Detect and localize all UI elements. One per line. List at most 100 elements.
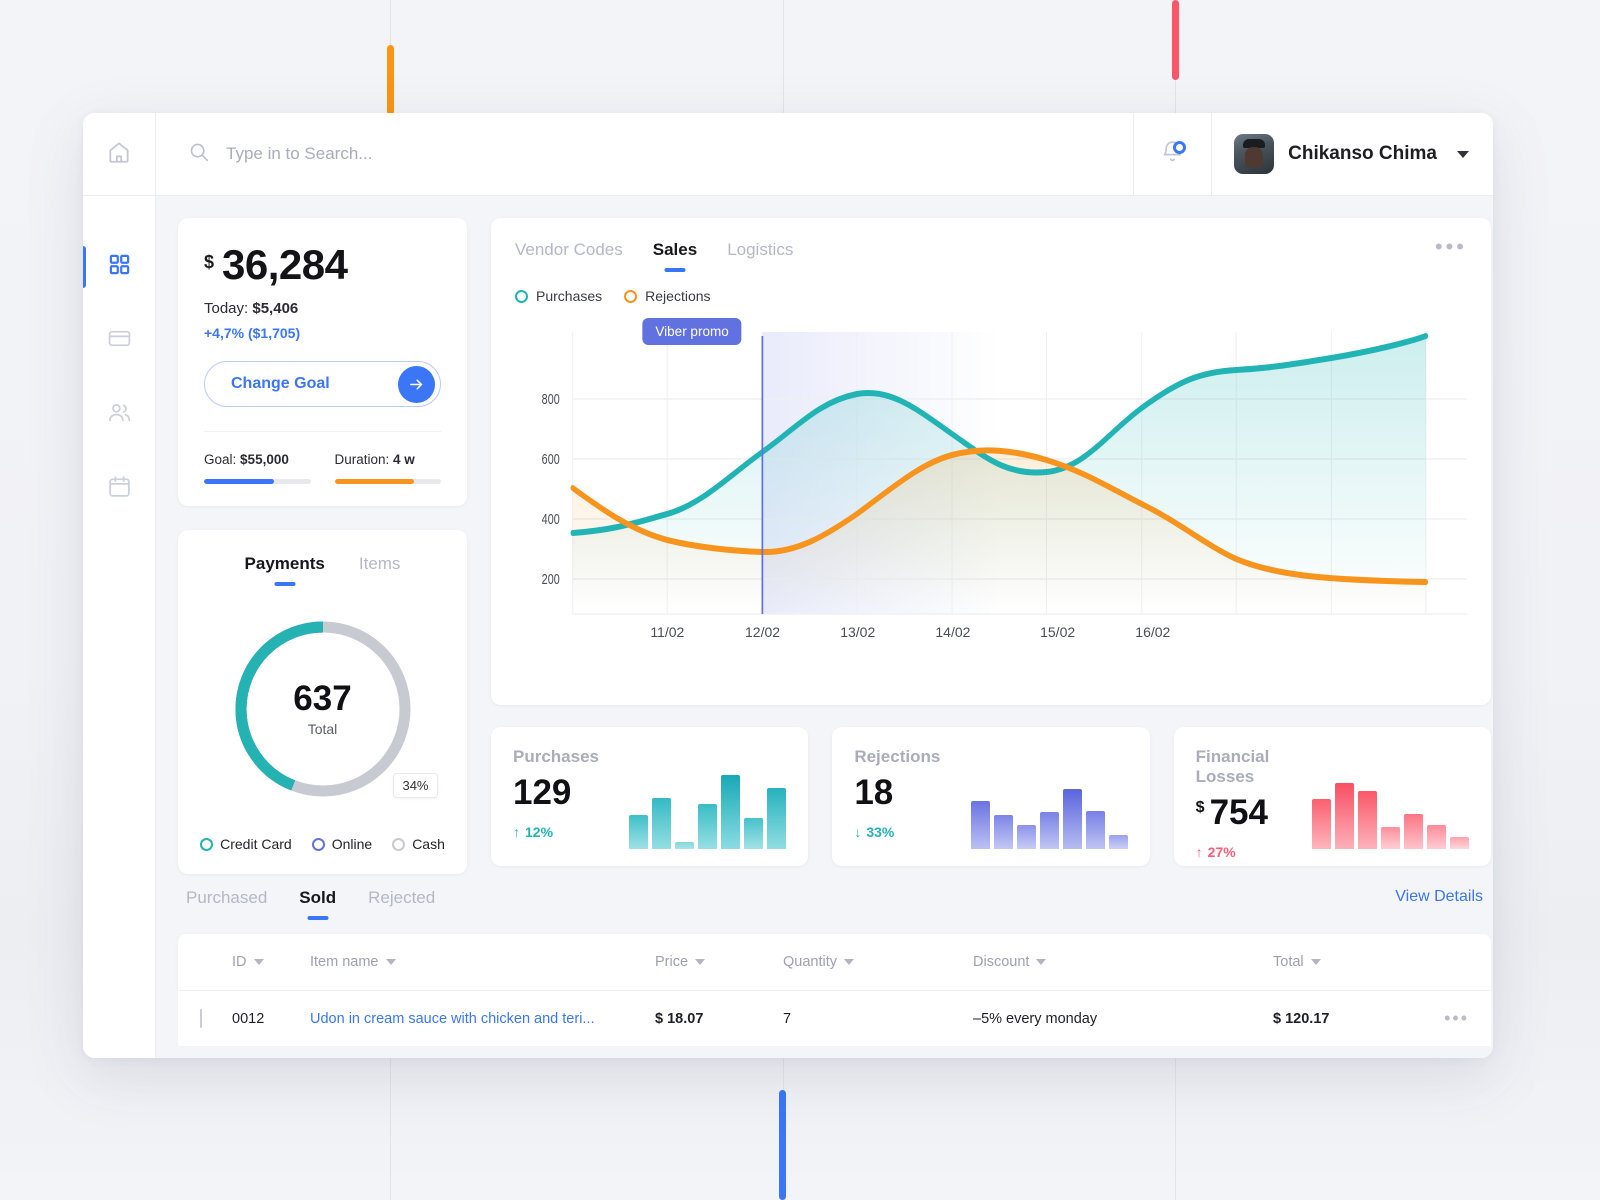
stat-trend: ↓ 33% (854, 824, 940, 840)
main-content: $ 36,284 Today: $5,406 +4,7% ($1,705) Ch… (156, 196, 1493, 1058)
search-icon (188, 141, 210, 168)
sort-caret-icon[interactable] (253, 959, 264, 965)
change-goal-label: Change Goal (231, 375, 330, 392)
sparkline-bars (970, 769, 1128, 849)
cell-item-name[interactable]: Udon in cream sauce with chicken and ter… (310, 1011, 655, 1027)
x-tick-label: 13/02 (840, 624, 876, 640)
column-header-price[interactable]: Price (655, 954, 783, 970)
legend-marker-icon (311, 837, 325, 851)
row-more-icon[interactable]: ••• (1444, 1009, 1469, 1027)
search-bar[interactable] (156, 113, 1135, 195)
x-tick-label: 16/02 (1135, 624, 1171, 640)
user-menu[interactable]: Chikanso Chima (1212, 113, 1493, 195)
revenue-amount: 36,284 (222, 241, 348, 288)
trend-arrow-icon: ↓ (854, 824, 862, 840)
column-label: Quantity (783, 954, 837, 970)
chart-legend-purchases[interactable]: Purchases (515, 288, 602, 304)
tab-logistics[interactable]: Logistics (727, 240, 793, 272)
payments-legend: Credit Card Online Cash (198, 836, 447, 852)
search-input[interactable] (226, 144, 1077, 164)
duration-label: Duration: (334, 452, 390, 467)
svg-text:400: 400 (542, 510, 560, 527)
sort-caret-icon[interactable] (1036, 959, 1047, 965)
tab-payments[interactable]: Payments (245, 554, 325, 586)
legend-online[interactable]: Online (311, 836, 372, 852)
chevron-down-icon[interactable] (1457, 150, 1469, 158)
view-details-link[interactable]: View Details (1395, 888, 1483, 918)
x-tick-label: 11/02 (650, 624, 685, 640)
column-header-total[interactable]: Total (1273, 954, 1423, 970)
background-accent-blue (779, 1090, 786, 1200)
tab-purchased[interactable]: Purchased (186, 888, 267, 920)
svg-text:200: 200 (542, 570, 560, 587)
sort-caret-icon[interactable] (385, 959, 396, 965)
duration-value: 4 w (393, 452, 415, 467)
stat-card-purchases: Purchases 129 ↑ 12% (491, 727, 809, 866)
cell-price: $ 18.07 (655, 1010, 704, 1027)
tab-sales[interactable]: Sales (653, 240, 697, 272)
column-header-id[interactable]: ID (232, 954, 310, 970)
donut-center-label: 637 Total (230, 616, 416, 802)
chart-tabs: Vendor Codes Sales Logistics ••• (515, 235, 1467, 272)
revenue-goal-card: $ 36,284 Today: $5,406 +4,7% ($1,705) Ch… (178, 218, 467, 506)
duration-block: Duration: 4 w (334, 452, 441, 484)
notifications-button[interactable] (1134, 113, 1213, 195)
background-accent-red (1172, 0, 1179, 80)
x-tick-label: 14/02 (935, 624, 971, 640)
stat-title: Rejections (854, 747, 941, 766)
legend-cash-label: Cash (412, 836, 445, 852)
stat-value: 18 (854, 773, 894, 812)
goal-progress-fill (204, 479, 275, 484)
column-label: Discount (973, 954, 1030, 970)
row-checkbox[interactable] (200, 1008, 202, 1028)
legend-marker-icon (200, 837, 214, 851)
change-goal-button[interactable]: Change Goal (204, 361, 441, 407)
home-button[interactable] (83, 113, 156, 195)
stat-value: 129 (513, 773, 572, 812)
calendar-icon (107, 474, 132, 504)
goal-amount-block: Goal: $55,000 (204, 452, 311, 484)
sort-caret-icon[interactable] (844, 959, 854, 965)
donut-percent-callout: 34% (393, 773, 438, 798)
goal-label: Goal: (204, 452, 237, 467)
legend-cash[interactable]: Cash (392, 836, 445, 852)
tab-items[interactable]: Items (359, 554, 401, 586)
today-revenue: Today: $5,406 (204, 300, 441, 317)
tab-rejected[interactable]: Rejected (368, 888, 435, 920)
table-row[interactable]: 0012 Udon in cream sauce with chicken an… (178, 990, 1491, 1046)
stat-title: Financial Losses (1195, 747, 1270, 786)
column-header-discount[interactable]: Discount (973, 954, 1273, 970)
right-column: Vendor Codes Sales Logistics ••• Purchas… (178, 218, 1491, 1046)
duration-progress-fill (334, 479, 415, 484)
column-label: ID (232, 954, 247, 970)
legend-credit-card[interactable]: Credit Card (200, 836, 292, 852)
chart-legend-rejections-label: Rejections (645, 288, 711, 304)
payments-total-label: Total (307, 721, 338, 737)
app-window: Chikanso Chima (83, 113, 1493, 1058)
stat-value-wrap: 18 (854, 775, 940, 810)
column-label: Item name (310, 954, 379, 970)
stat-trend-value: 27% (1207, 844, 1236, 860)
legend-credit-card-label: Credit Card (220, 836, 292, 852)
svg-text:800: 800 (542, 390, 560, 407)
promo-annotation-label: Viber promo (642, 318, 742, 345)
stat-value-wrap: 129 (513, 775, 599, 810)
sidebar-item-dashboard[interactable] (83, 230, 155, 304)
sidebar-item-customers[interactable] (83, 378, 155, 452)
sidebar (83, 196, 156, 1058)
sidebar-item-payments[interactable] (83, 304, 155, 378)
sort-caret-icon[interactable] (1310, 959, 1321, 965)
column-header-item-name[interactable]: Item name (310, 954, 655, 970)
tab-vendor-codes[interactable]: Vendor Codes (515, 240, 623, 272)
stat-title: Purchases (513, 747, 599, 766)
chart-legend-rejections[interactable]: Rejections (624, 288, 711, 304)
sales-line-chart: 800 600 400 200 (542, 332, 1467, 615)
tab-sold[interactable]: Sold (299, 888, 336, 920)
cell-quantity: 7 (783, 1010, 792, 1027)
sidebar-item-calendar[interactable] (83, 452, 155, 526)
revenue-delta: +4,7% ($1,705) (204, 325, 301, 341)
avatar (1234, 134, 1275, 174)
sort-caret-icon[interactable] (695, 959, 706, 965)
column-header-quantity[interactable]: Quantity (783, 954, 973, 970)
more-horizontal-icon[interactable]: ••• (1435, 235, 1467, 257)
